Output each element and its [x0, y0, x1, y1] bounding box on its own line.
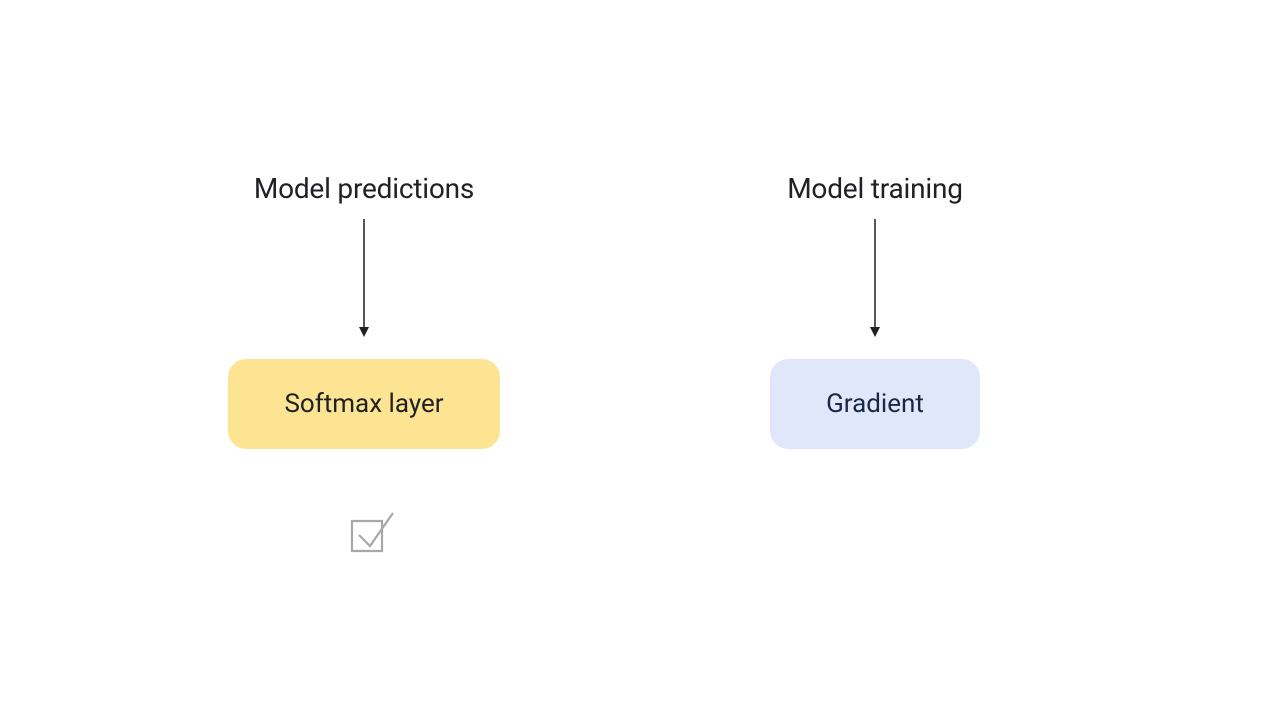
diagram-canvas: Model predictions Softmax layer Model tr…	[0, 0, 1280, 720]
heading-predictions: Model predictions	[254, 172, 474, 205]
node-softmax-label: Softmax layer	[284, 389, 443, 419]
arrow-down-icon	[356, 219, 372, 339]
node-gradient-label: Gradient	[826, 389, 924, 419]
node-softmax-layer: Softmax layer	[228, 359, 500, 449]
node-gradient: Gradient	[770, 359, 980, 449]
column-training: Model training Gradient	[770, 172, 980, 449]
arrow-down-icon	[867, 219, 883, 339]
checkmark-icon	[344, 505, 402, 559]
column-predictions: Model predictions Softmax layer	[228, 172, 500, 559]
heading-training: Model training	[787, 172, 963, 205]
